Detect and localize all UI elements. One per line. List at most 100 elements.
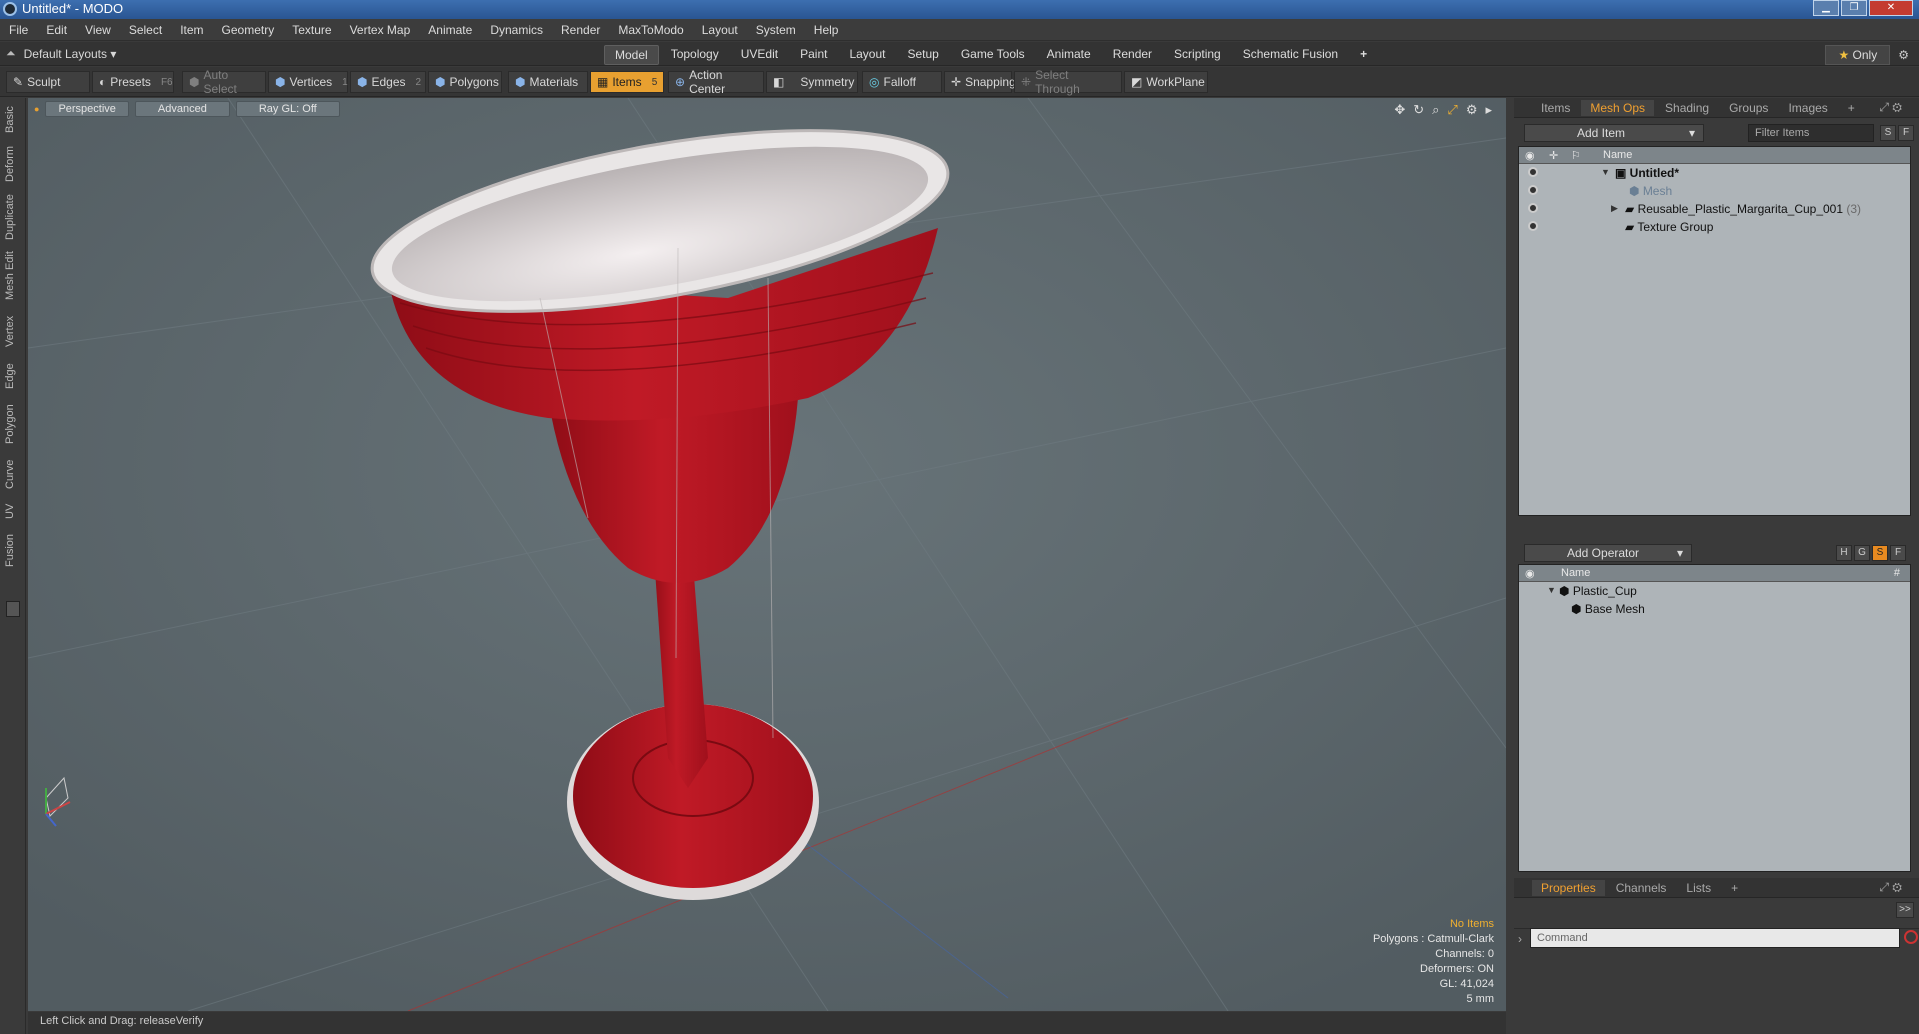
vertices-button[interactable]: ⬢ Vertices 1 <box>268 71 348 93</box>
3d-viewport[interactable]: ● Perspective Advanced Ray GL: Off ✥ ↻ ⌕… <box>28 98 1506 1011</box>
menu-system[interactable]: System <box>747 23 805 37</box>
vtab-edge[interactable]: Edge <box>4 360 22 392</box>
only-button[interactable]: ★ Only <box>1825 45 1891 65</box>
tab-setup[interactable]: Setup <box>897 45 948 65</box>
menu-help[interactable]: Help <box>805 23 848 37</box>
snapping-button[interactable]: ✛ Snapping <box>944 71 1016 93</box>
tab-properties[interactable]: Properties <box>1532 879 1605 896</box>
eye-icon[interactable] <box>1528 203 1538 213</box>
vtab-deform[interactable]: Deform <box>4 144 22 184</box>
menu-view[interactable]: View <box>76 23 120 37</box>
list-item[interactable]: ⬢ Mesh <box>1519 182 1910 200</box>
list-item[interactable]: ▼ ▣ Untitled* <box>1519 164 1910 182</box>
menu-dynamics[interactable]: Dynamics <box>481 23 552 37</box>
command-input[interactable]: Command <box>1530 928 1900 948</box>
fit-icon[interactable]: ⤢ <box>1447 102 1457 118</box>
add-properties-tab-button[interactable]: + <box>1722 880 1747 896</box>
tab-shading[interactable]: Shading <box>1656 100 1718 116</box>
gear-icon[interactable]: ⚙ <box>1898 48 1909 62</box>
f-filter-button[interactable]: F <box>1898 125 1914 141</box>
zoom-icon[interactable]: ⌕ <box>1432 102 1439 118</box>
tab-paint[interactable]: Paint <box>790 45 837 65</box>
auto-select-button[interactable]: ⬢ Auto Select <box>182 68 266 96</box>
presets-button[interactable]: ◐ Presets F6 <box>92 71 174 93</box>
vtab-fusion[interactable]: Fusion <box>4 530 22 570</box>
tab-channels[interactable]: Channels <box>1607 880 1676 896</box>
collapse-icon[interactable]: ▼ <box>1547 585 1556 595</box>
add-item-button[interactable]: Add Item ▾ <box>1524 124 1704 142</box>
list-item[interactable]: ▼ ⬢ Plastic_Cup <box>1519 582 1910 600</box>
tab-mesh-ops[interactable]: Mesh Ops <box>1581 99 1655 116</box>
pan-icon[interactable]: ✥ <box>1394 102 1405 118</box>
s-filter-button[interactable]: S <box>1880 125 1896 141</box>
menu-select[interactable]: Select <box>120 23 171 37</box>
shading-advanced-button[interactable]: Advanced <box>134 101 230 117</box>
record-icon[interactable] <box>1904 930 1918 944</box>
edges-button[interactable]: ⬢ Edges 2 <box>350 71 426 93</box>
falloff-button[interactable]: ◎ Falloff <box>862 71 942 93</box>
menu-geometry[interactable]: Geometry <box>213 23 284 37</box>
tab-layout[interactable]: Layout <box>839 45 895 65</box>
tab-items[interactable]: Items <box>1532 100 1579 116</box>
vtab-vertex[interactable]: Vertex <box>4 310 22 352</box>
expand-properties-button[interactable]: >> <box>1896 902 1914 918</box>
minimize-icon[interactable]: ▁ <box>1813 0 1839 16</box>
items-button[interactable]: ▦ Items 5 <box>590 71 664 93</box>
maximize-icon[interactable]: ❐ <box>1841 0 1867 16</box>
view-perspective-button[interactable]: Perspective <box>45 101 129 117</box>
layout-up-icon[interactable]: ⏶ <box>6 46 16 61</box>
workplane-button[interactable]: ◩ WorkPlane <box>1124 71 1208 93</box>
vtab-mesh-edit[interactable]: Mesh Edit <box>4 250 22 302</box>
vtab-curve[interactable]: Curve <box>4 456 22 492</box>
vtab-basic[interactable]: Basic <box>4 104 22 136</box>
tab-render[interactable]: Render <box>1103 45 1162 65</box>
menu-render[interactable]: Render <box>552 23 609 37</box>
list-item[interactable]: ▰ Texture Group <box>1519 218 1910 236</box>
eye-icon[interactable] <box>1528 221 1538 231</box>
sculpt-button[interactable]: ✎ Sculpt <box>6 71 90 93</box>
layout-dropdown[interactable]: Default Layouts ▾ <box>24 47 117 61</box>
tab-scripting[interactable]: Scripting <box>1164 45 1231 65</box>
symmetry-button[interactable]: ◧ Symmetry <box>766 71 858 93</box>
menu-file[interactable]: File <box>0 23 37 37</box>
select-through-button[interactable]: ⁜ Select Through <box>1014 68 1122 96</box>
menu-edit[interactable]: Edit <box>37 23 76 37</box>
menu-texture[interactable]: Texture <box>283 23 340 37</box>
vtab-uv[interactable]: UV <box>4 500 22 522</box>
f-button[interactable]: F <box>1890 545 1906 561</box>
viewport-settings-icon[interactable]: ⚙ <box>1466 102 1478 118</box>
g-button[interactable]: G <box>1854 545 1870 561</box>
close-icon[interactable]: ✕ <box>1869 0 1913 16</box>
viewport-expand-icon[interactable]: ▸ <box>1485 102 1492 118</box>
menu-layout[interactable]: Layout <box>693 23 747 37</box>
collapse-icon[interactable]: ▼ <box>1601 167 1610 177</box>
tab-images[interactable]: Images <box>1779 100 1836 116</box>
tab-lists[interactable]: Lists <box>1677 880 1720 896</box>
add-operator-button[interactable]: Add Operator ▾ <box>1524 544 1692 562</box>
tab-model[interactable]: Model <box>604 45 659 65</box>
polygons-button[interactable]: ⬢ Polygons <box>428 71 502 93</box>
properties-gear-icon[interactable]: ⤢ ⚙ <box>1870 879 1911 896</box>
menu-animate[interactable]: Animate <box>419 23 481 37</box>
menu-vertex-map[interactable]: Vertex Map <box>341 23 420 37</box>
vtab-duplicate[interactable]: Duplicate <box>4 192 22 242</box>
eye-icon[interactable] <box>1528 185 1538 195</box>
s-button[interactable]: S <box>1872 545 1888 561</box>
add-panel-tab-button[interactable]: + <box>1839 100 1864 116</box>
item-panel-gear-icon[interactable]: ⤢ ⚙ <box>1870 99 1911 116</box>
tab-topology[interactable]: Topology <box>661 45 729 65</box>
eye-icon[interactable] <box>1528 167 1538 177</box>
list-item[interactable]: ▶ ▰ Reusable_Plastic_Margarita_Cup_001 (… <box>1519 200 1910 218</box>
tab-uvedit[interactable]: UVEdit <box>731 45 788 65</box>
tab-game-tools[interactable]: Game Tools <box>951 45 1035 65</box>
expand-icon[interactable]: ▶ <box>1611 203 1618 214</box>
vtab-polygon[interactable]: Polygon <box>4 400 22 448</box>
strip-toggle-button[interactable] <box>6 601 20 617</box>
tab-schematic-fusion[interactable]: Schematic Fusion <box>1233 45 1348 65</box>
tab-groups[interactable]: Groups <box>1720 100 1777 116</box>
materials-button[interactable]: ⬢ Materials <box>508 71 588 93</box>
tab-animate[interactable]: Animate <box>1037 45 1101 65</box>
filter-items-input[interactable]: Filter Items <box>1748 124 1874 142</box>
raygl-button[interactable]: Ray GL: Off <box>235 101 340 117</box>
menu-item[interactable]: Item <box>171 23 212 37</box>
